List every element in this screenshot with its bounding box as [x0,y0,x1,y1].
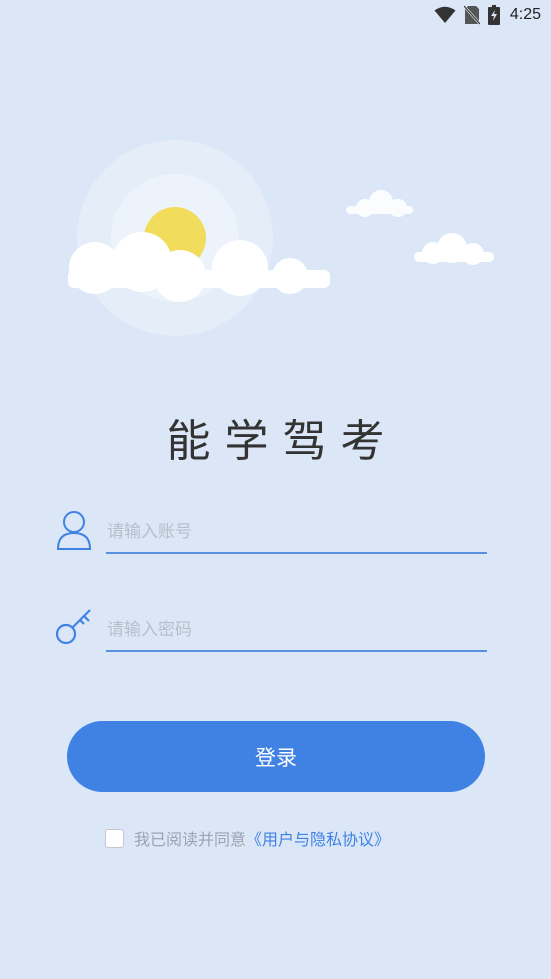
account-input[interactable] [106,512,487,554]
account-field-row [54,508,487,558]
app-title: 能学驾考 [166,416,399,467]
agreement-text: 我已阅读并同意 [134,830,247,849]
user-icon [56,511,92,550]
agreement-checkbox[interactable] [105,828,124,848]
cloud-small-1 [346,190,413,217]
cloud-small-2 [414,233,494,265]
key-icon [55,609,91,645]
password-field-row [54,606,487,656]
weather-illustration [68,140,494,336]
password-input[interactable] [106,610,487,652]
login-button[interactable]: 登录 [67,721,485,792]
privacy-agreement-link[interactable]: 《用户与隐私协议》 [246,826,390,850]
agreement-row: 我已阅读并同意 《用户与隐私协议》 [105,826,390,850]
